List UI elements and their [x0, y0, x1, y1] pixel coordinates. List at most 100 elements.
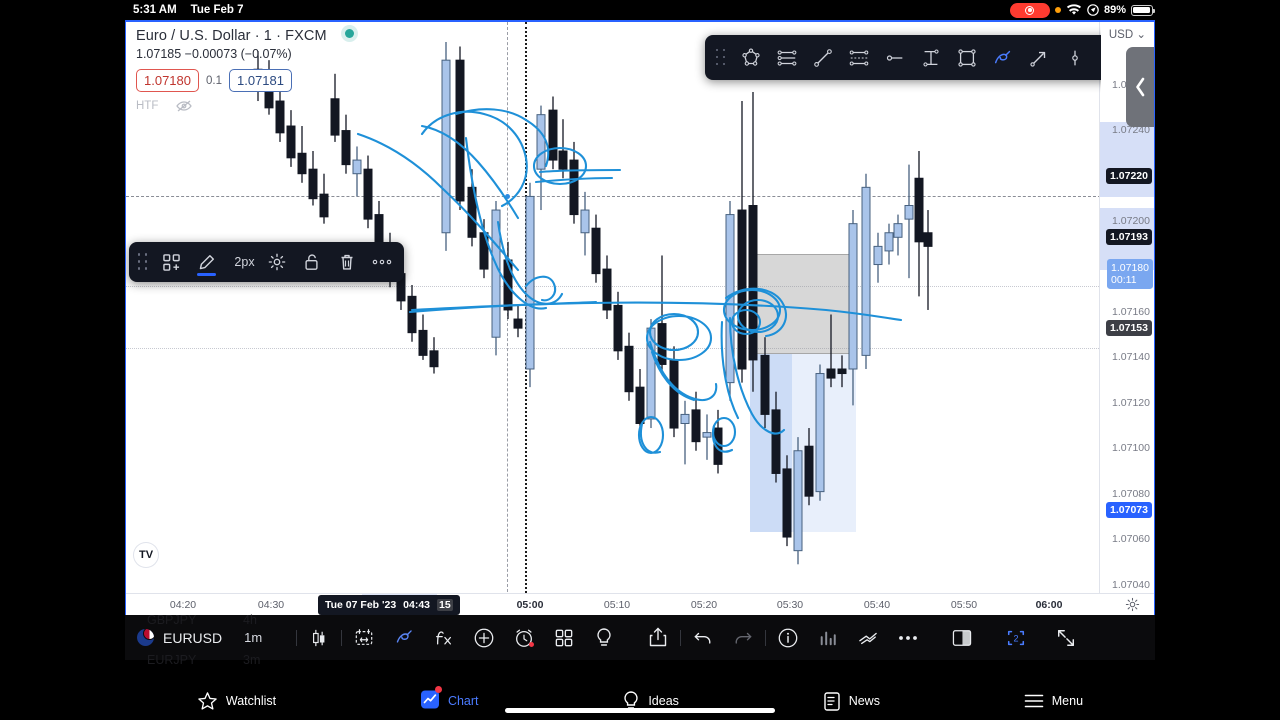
- bid-price-box[interactable]: 1.07180: [136, 69, 199, 92]
- settings-gear-icon[interactable]: [260, 246, 293, 279]
- time-tick: 05:20: [690, 599, 718, 611]
- fib-tool-icon[interactable]: [842, 41, 875, 74]
- info-icon[interactable]: [768, 615, 808, 660]
- arrow-tool-icon[interactable]: [1022, 41, 1055, 74]
- brush-tool-icon[interactable]: [986, 41, 1019, 74]
- drawing-tools-toolbar[interactable]: [705, 35, 1101, 80]
- ask-price-box[interactable]: 1.07181: [229, 69, 292, 92]
- draw-icon[interactable]: [384, 615, 424, 660]
- currency-selector[interactable]: USD ⌄: [1109, 27, 1146, 41]
- tab-chart-label: Chart: [447, 694, 479, 708]
- chevron-down-icon: ⌄: [1136, 29, 1146, 41]
- ghost-symbol-below: EURJPY: [147, 653, 197, 667]
- calendar-replay-icon[interactable]: [344, 615, 384, 660]
- bottom-tab-bar[interactable]: Watchlist Chart Ideas News Menu: [125, 675, 1155, 720]
- currency-label: USD: [1108, 29, 1134, 41]
- share-icon[interactable]: [638, 615, 678, 660]
- pencil-color-icon[interactable]: [190, 246, 223, 279]
- ideas-bulb-icon[interactable]: [584, 615, 624, 660]
- status-time: 5:31 AM: [133, 4, 177, 16]
- layouts-grid-icon[interactable]: [544, 615, 584, 660]
- candle-style-icon[interactable]: [299, 615, 339, 660]
- ray-tool-icon[interactable]: [878, 41, 911, 74]
- battery-percent: 89%: [1103, 4, 1126, 16]
- unlock-icon[interactable]: [295, 246, 328, 279]
- rectangle-tool-icon[interactable]: [950, 41, 983, 74]
- trash-icon[interactable]: [330, 246, 363, 279]
- note-tool-icon[interactable]: [1094, 41, 1101, 74]
- objects-tree-icon[interactable]: [848, 615, 888, 660]
- ohlc-change-line: 1.07185 −0.00073 (−0.07%): [136, 47, 292, 61]
- collapse-panel-handle[interactable]: [1126, 47, 1154, 127]
- chart-tab-badge: [434, 686, 442, 693]
- redo-icon[interactable]: [723, 615, 763, 660]
- svg-text:2: 2: [1014, 633, 1019, 643]
- htf-indicator-row[interactable]: HTF: [136, 99, 354, 113]
- tradingview-logo-text: TV: [138, 549, 154, 561]
- bottom-toolbar[interactable]: GBPJPY 4h EURJPY 3m EURUSD 1m 2: [125, 613, 1155, 667]
- tab-chart[interactable]: Chart: [420, 686, 479, 713]
- current-price-label[interactable]: 1.07180 00:11: [1107, 258, 1153, 290]
- wifi-icon: [1066, 4, 1081, 15]
- alerts-alarm-icon[interactable]: [504, 615, 544, 660]
- drag-handle-icon[interactable]: [713, 46, 729, 70]
- stats-bars-icon[interactable]: [808, 615, 848, 660]
- trend-line-tool-icon[interactable]: [806, 41, 839, 74]
- symbol-title[interactable]: Euro / U.S. Dollar · 1 · FXCM: [136, 28, 354, 44]
- price-tick: 1.07120: [1112, 397, 1150, 409]
- line-width-button[interactable]: 2px: [225, 246, 258, 279]
- indicators-fx-icon[interactable]: [424, 615, 464, 660]
- orange-privacy-dot-icon: [1054, 7, 1061, 13]
- more-options-icon[interactable]: [365, 246, 398, 279]
- symbol-name[interactable]: EURUSD: [163, 630, 222, 646]
- ghost-timeframe-above: 4h: [243, 613, 257, 627]
- star-icon: [198, 691, 217, 710]
- screen-recording-indicator-icon[interactable]: [1009, 2, 1050, 18]
- tab-menu[interactable]: Menu: [1024, 693, 1083, 709]
- time-tick: 05:00: [516, 599, 544, 611]
- drawing-options-toolbar[interactable]: 2px: [129, 242, 404, 282]
- htf-label: HTF: [136, 100, 159, 112]
- split-layout-icon[interactable]: [942, 615, 982, 660]
- crosshair-date: Tue 07 Feb '23: [325, 599, 397, 611]
- drag-handle-icon[interactable]: [135, 250, 151, 274]
- time-scale[interactable]: 04:20 04:30 05:00 05:10 05:20 05:30 05:40 05:50…: [126, 593, 1154, 615]
- measure-tool-icon[interactable]: [914, 41, 947, 74]
- chart-legend[interactable]: Euro / U.S. Dollar · 1 · FXCM 1.07185 −0…: [136, 28, 354, 113]
- tab-news[interactable]: News: [823, 691, 880, 712]
- ghost-symbol-above: GBPJPY: [147, 613, 197, 627]
- crosshair-time: 04:43: [403, 599, 431, 611]
- status-right-cluster: 89%: [1009, 0, 1155, 20]
- tab-watchlist-label: Watchlist: [225, 694, 277, 708]
- crosshair-seconds: 15: [437, 599, 453, 611]
- timeframe-label[interactable]: 1m: [244, 630, 262, 645]
- screen: 5:31 AM Tue Feb 7 89% Euro / U.S. Dollar…: [0, 0, 1280, 720]
- tab-ideas-label: Ideas: [648, 694, 679, 708]
- fullscreen-icon[interactable]: [1046, 615, 1086, 660]
- templates-icon[interactable]: [155, 246, 188, 279]
- chart-settings-gear-icon[interactable]: [1125, 597, 1140, 615]
- long-position-tool-icon[interactable]: [1058, 41, 1091, 74]
- chart-container[interactable]: Euro / U.S. Dollar · 1 · FXCM 1.07185 −0…: [125, 20, 1155, 615]
- time-tick: 04:30: [257, 599, 285, 611]
- price-label-crosshair: 1.07220: [1106, 168, 1152, 184]
- time-tick: 06:00: [1035, 599, 1063, 611]
- hamburger-icon: [1024, 694, 1044, 708]
- shape-tool-icon[interactable]: [734, 41, 767, 74]
- price-tick: 1.07100: [1112, 442, 1150, 454]
- more-icon[interactable]: [888, 615, 928, 660]
- tradingview-logo[interactable]: TV: [134, 543, 158, 567]
- parallel-channel-tool-icon[interactable]: [770, 41, 803, 74]
- time-tick: 05:50: [950, 599, 978, 611]
- price-tick: 1.07140: [1112, 351, 1150, 363]
- crosshair-time-label: Tue 07 Feb '23 04:43 15: [318, 595, 460, 615]
- undo-icon[interactable]: [683, 615, 723, 660]
- add-icon[interactable]: [464, 615, 504, 660]
- price-scale[interactable]: USD ⌄ 1.072601.072401.072201.072001.0718…: [1099, 22, 1154, 597]
- ios-status-bar: 5:31 AM Tue Feb 7 89%: [125, 0, 1155, 20]
- price-label-low: 1.07073: [1106, 502, 1152, 518]
- layout-2-icon[interactable]: 2: [996, 615, 1036, 660]
- chart-pane[interactable]: Euro / U.S. Dollar · 1 · FXCM 1.07185 −0…: [126, 22, 1101, 597]
- tab-watchlist[interactable]: Watchlist: [197, 691, 276, 712]
- ghost-timeframe-below: 3m: [243, 653, 261, 667]
